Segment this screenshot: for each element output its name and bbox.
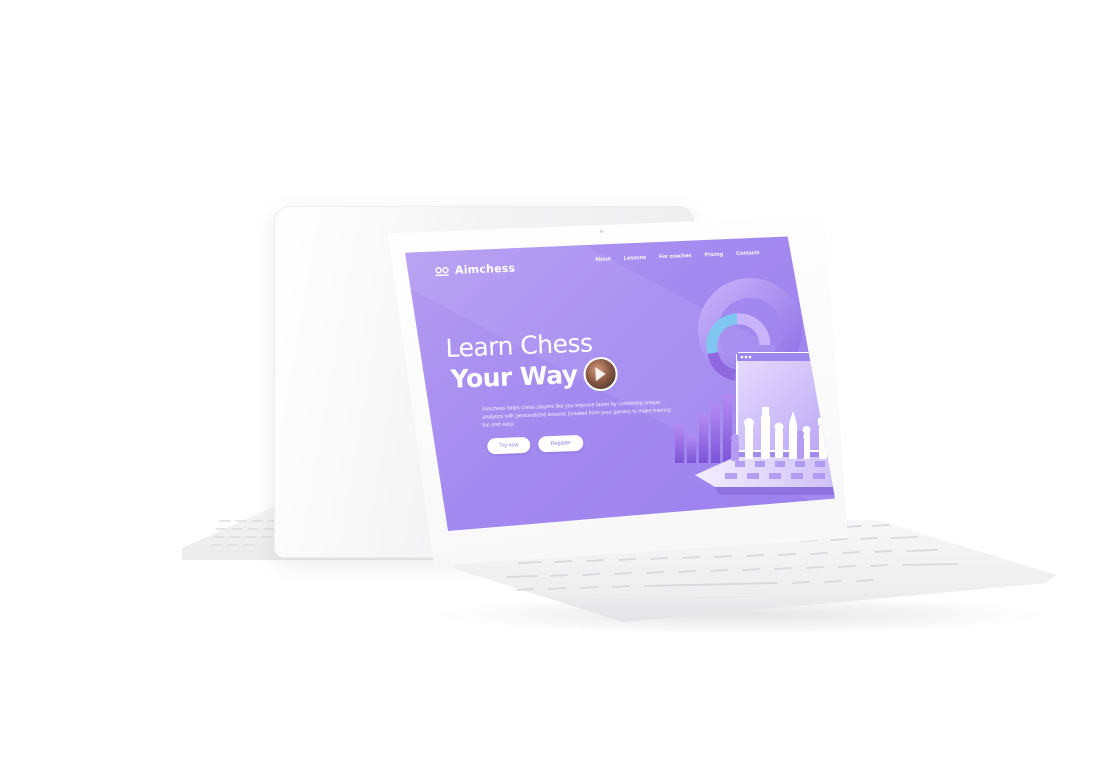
coach-video-avatar[interactable]	[582, 356, 619, 392]
bar-3	[699, 415, 708, 463]
chess-board-edge	[715, 487, 835, 495]
nav-item-about[interactable]: About	[595, 256, 611, 263]
hero-description: Aimchess helps chess players like you im…	[481, 399, 671, 429]
donut-chart-segment	[736, 313, 771, 346]
webcam-dot	[600, 230, 603, 233]
register-button[interactable]: Register	[538, 434, 584, 453]
play-icon	[595, 366, 606, 382]
brand-name: Aimchess	[454, 261, 516, 277]
nav-item-lessons[interactable]: Lessons	[624, 255, 647, 262]
mockup-stage: Aimchess About Lessons For coaches Prici…	[0, 0, 1115, 777]
donut-chart	[706, 313, 738, 355]
window-dot-3	[748, 355, 752, 359]
hero-title-line2: Your Way	[450, 359, 579, 394]
bar-4	[711, 403, 720, 463]
laptop-screen: Aimchess About Lessons For coaches Prici…	[405, 236, 835, 531]
try-now-button[interactable]: Try now	[487, 436, 531, 455]
nav-item-pricing[interactable]: Pricing	[704, 252, 723, 259]
window-dot-1	[740, 355, 744, 359]
bar-5	[723, 395, 732, 463]
top-nav: About Lessons For coaches Pricing Contac…	[595, 250, 760, 263]
brand-logo[interactable]: Aimchess	[435, 261, 516, 278]
hero-section: Learn Chess Your Way Aimchess helps ches…	[445, 325, 709, 456]
chess-glasses-icon	[435, 266, 449, 276]
bar-1	[675, 425, 684, 463]
bar-2	[687, 435, 696, 463]
nav-item-for-coaches[interactable]: For coaches	[659, 253, 692, 260]
nav-item-contacts[interactable]: Contacts	[736, 250, 760, 257]
window-dot-2	[744, 355, 748, 359]
